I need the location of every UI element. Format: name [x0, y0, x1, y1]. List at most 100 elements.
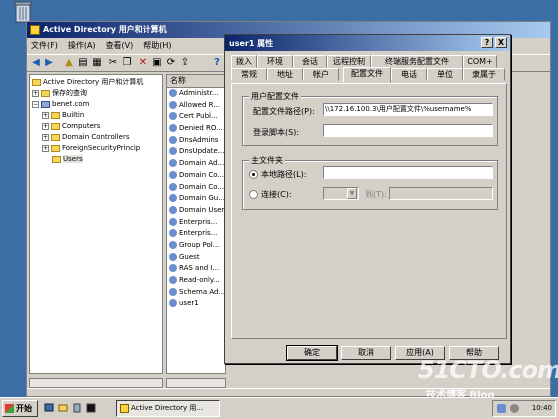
ok-button[interactable]: 确定 — [286, 345, 338, 361]
list-item[interactable]: DnsAdmins — [167, 135, 225, 147]
list-item[interactable]: Enterpris... — [167, 217, 225, 229]
list-item[interactable]: user1 — [167, 298, 225, 310]
collapse-icon[interactable]: − — [32, 100, 39, 108]
tree-item-root[interactable]: Active Directory 用户和计算机 — [32, 77, 143, 88]
connect-path-input[interactable] — [389, 187, 493, 200]
group-icon — [169, 276, 177, 284]
tree-item-domain[interactable]: − benet.com — [32, 99, 89, 110]
back-icon[interactable]: ◀ — [30, 57, 42, 69]
list-item-label: Group Pol... — [179, 240, 220, 249]
taskbar-task-aduc[interactable]: Active Directory 用... — [116, 400, 220, 417]
connect-radio[interactable] — [249, 190, 258, 199]
menu-view[interactable]: 查看(V) — [106, 40, 134, 52]
tab-environment[interactable]: 环境 — [257, 55, 293, 68]
local-path-radio[interactable] — [249, 170, 258, 179]
tab-dial-in[interactable]: 拨入 — [231, 55, 257, 68]
export-icon[interactable]: ⇪ — [179, 57, 191, 69]
list-item[interactable]: Read-only... — [167, 275, 225, 287]
tree-item-saved-queries[interactable]: + 保存的查询 — [32, 88, 87, 99]
tree-item-builtin[interactable]: + Builtin — [42, 110, 84, 121]
list-item[interactable]: Group Pol... — [167, 240, 225, 252]
logon-script-input[interactable] — [323, 124, 493, 137]
list-item[interactable]: Denied RO... — [167, 123, 225, 135]
list-item[interactable]: RAS and I... — [167, 263, 225, 275]
user-icon — [169, 299, 177, 308]
menu-file[interactable]: 文件(F) — [31, 40, 58, 52]
show-desktop-icon[interactable] — [44, 403, 54, 413]
forward-icon[interactable]: ▶ — [43, 57, 55, 69]
copy-icon[interactable]: ❐ — [121, 57, 133, 69]
expand-icon[interactable]: + — [42, 133, 49, 141]
expand-icon[interactable]: + — [42, 122, 49, 130]
up-folder-icon[interactable]: ▲ — [63, 57, 75, 69]
tree-item-label: Computers — [62, 122, 101, 130]
list-item-label: user1 — [179, 299, 199, 308]
user-profile-group: 用户配置文件 配置文件路径(P): \\172.16.100.3\用户配置文件\… — [242, 91, 498, 146]
network-icon[interactable] — [497, 404, 506, 413]
list-item[interactable]: Domain Co... — [167, 182, 225, 194]
delete-icon[interactable]: ✕ — [137, 57, 149, 69]
tab-telephones[interactable]: 电话 — [391, 68, 427, 81]
list-horizontal-scrollbar[interactable] — [166, 378, 226, 388]
volume-icon[interactable] — [510, 404, 519, 413]
server-manager-icon[interactable] — [72, 403, 82, 413]
expand-icon[interactable]: + — [42, 111, 49, 119]
tree-item-foreign-security[interactable]: + ForeignSecurityPrincip — [42, 143, 140, 154]
profile-tab-page: 用户配置文件 配置文件路径(P): \\172.16.100.3\用户配置文件\… — [231, 83, 507, 339]
tree-item-computers[interactable]: + Computers — [42, 121, 100, 132]
expand-icon[interactable]: + — [42, 144, 49, 152]
view-icon[interactable]: ▦ — [91, 57, 103, 69]
help-button[interactable]: ? — [481, 37, 493, 48]
help-icon[interactable]: ? — [211, 57, 223, 69]
tab-sessions[interactable]: 会话 — [293, 55, 327, 68]
drive-dropdown-arrow-icon[interactable]: ▼ — [347, 188, 357, 199]
tab-com[interactable]: COM+ — [463, 55, 497, 68]
tab-member-of[interactable]: 隶属于 — [463, 68, 505, 81]
dialog-title-bar[interactable]: user1 属性 ? X — [225, 35, 510, 51]
list-item[interactable]: Domain Ad... — [167, 158, 225, 170]
explorer-icon[interactable] — [58, 403, 68, 413]
list-item[interactable]: DnsUpdate... — [167, 146, 225, 158]
list-item[interactable]: Domain Co... — [167, 170, 225, 182]
tree-item-users[interactable]: Users — [52, 154, 83, 165]
list-item[interactable]: Schema Ad... — [167, 287, 225, 299]
tab-account[interactable]: 帐户 — [303, 68, 339, 81]
tab-profile[interactable]: 配置文件 — [343, 67, 391, 82]
cut-icon[interactable]: ✂ — [107, 57, 119, 69]
list-item[interactable]: Administr... — [167, 88, 225, 100]
expand-icon[interactable]: + — [32, 89, 39, 97]
list-item[interactable]: Domain Gu... — [167, 193, 225, 205]
menu-help[interactable]: 帮助(H) — [143, 40, 171, 52]
clock[interactable]: 10:40 — [532, 404, 552, 412]
local-path-input[interactable] — [323, 166, 493, 179]
list-item[interactable]: Allowed R... — [167, 100, 225, 112]
list-item[interactable]: Domain User — [167, 205, 225, 217]
list-item-label: Schema Ad... — [179, 287, 225, 296]
refresh-icon[interactable]: ⟳ — [165, 57, 177, 69]
folder-icon — [51, 133, 60, 141]
group-icon — [169, 264, 177, 273]
list-item[interactable]: Cert Publ... — [167, 111, 225, 123]
list-item[interactable]: Guest — [167, 252, 225, 264]
properties-icon[interactable]: ▣ — [151, 57, 163, 69]
cancel-button[interactable]: 取消 — [341, 346, 391, 360]
close-button[interactable]: X — [495, 37, 507, 48]
list-rows: Administr... Allowed R... Cert Publ... Deni… — [167, 88, 225, 310]
list-item-label: Domain User — [179, 205, 225, 214]
tree-horizontal-scrollbar[interactable] — [29, 378, 163, 388]
group-icon — [169, 135, 177, 144]
command-prompt-icon[interactable] — [86, 403, 96, 413]
tab-organization[interactable]: 单位 — [427, 68, 463, 81]
profile-path-input[interactable]: \\172.16.100.3\用户配置文件\%username% — [323, 103, 493, 116]
watermark-logo: 51CTO.com — [418, 356, 558, 384]
tree-toggle-icon[interactable]: ▤ — [77, 57, 89, 69]
tab-strip: 拨入 环境 会话 远程控制 终端服务配置文件 COM+ 常规 地址 帐户 配置文… — [231, 55, 507, 85]
dialog-title: user1 属性 — [229, 39, 274, 48]
list-item[interactable]: Enterpris... — [167, 228, 225, 240]
start-button[interactable]: 开始 — [2, 400, 38, 417]
column-header-name[interactable]: 名称 — [167, 75, 225, 88]
menu-action[interactable]: 操作(A) — [68, 40, 96, 52]
tab-general[interactable]: 常规 — [231, 68, 267, 81]
tree-item-domain-controllers[interactable]: + Domain Controllers — [42, 132, 129, 143]
tab-address[interactable]: 地址 — [267, 68, 303, 81]
